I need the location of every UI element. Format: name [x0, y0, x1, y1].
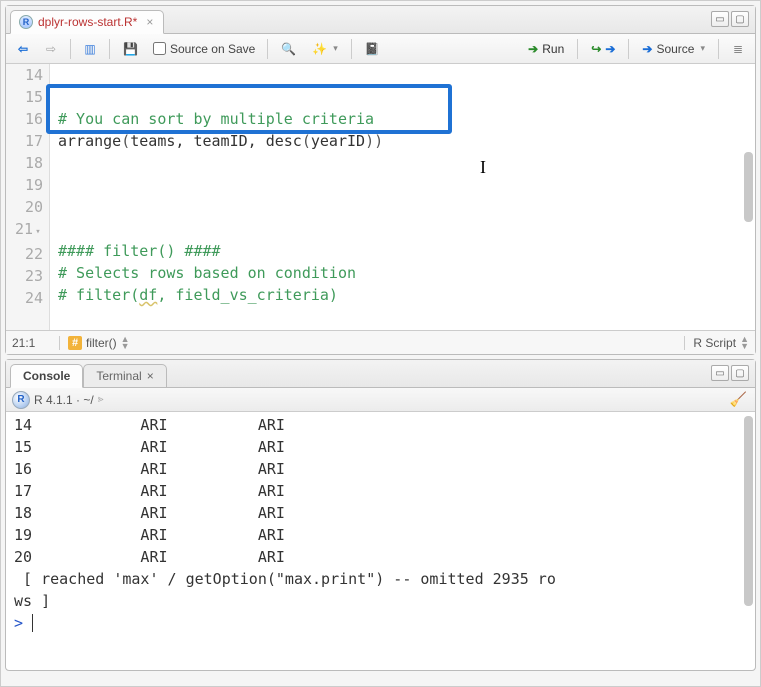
console-output[interactable]: 14 ARI ARI 15 ARI ARI 16 ARI ARI 17 ARI …	[6, 412, 755, 670]
editor-tabbar: R dplyr-rows-start.R* × ▭ ▢	[6, 6, 755, 34]
console-pane: Console Terminal × ▭ ▢ R R 4.1.1 · ~/ ⪢ …	[5, 359, 756, 671]
code-tools-button[interactable]: ✨▾	[307, 38, 342, 60]
show-in-new-window-button[interactable]: ▥	[79, 38, 101, 60]
editor-tab-filename: dplyr-rows-start.R*	[38, 15, 137, 29]
cursor-position: 21:1	[12, 336, 60, 350]
code-line: # You can sort by multiple criteria	[58, 110, 374, 128]
console-row: 16 ARI ARI	[14, 460, 285, 478]
clear-console-icon[interactable]: 🧹	[730, 391, 747, 408]
language-label: R Script	[693, 336, 736, 350]
compile-report-button[interactable]: 📓	[360, 38, 385, 60]
console-row: 17 ARI ARI	[14, 482, 285, 500]
pane-window-controls: ▭ ▢	[711, 11, 749, 27]
console-row: 18 ARI ARI	[14, 504, 285, 522]
code-line: #### filter() ####	[58, 242, 221, 260]
run-button[interactable]: ➔Run	[523, 38, 569, 60]
tab-console[interactable]: Console	[10, 364, 83, 388]
tab-terminal[interactable]: Terminal ×	[83, 364, 166, 388]
code-area[interactable]: # You can sort by multiple criteria arra…	[50, 64, 755, 330]
editor-tab[interactable]: R dplyr-rows-start.R* ×	[10, 10, 164, 34]
chevron-right-icon[interactable]: ⪢	[98, 394, 104, 405]
language-selector[interactable]: R Script ▲▼	[684, 336, 749, 350]
console-row: 20 ARI ARI	[14, 548, 285, 566]
minimize-pane-icon[interactable]: ▭	[711, 365, 729, 381]
back-button[interactable]: ⇦	[12, 38, 34, 60]
console-scrollbar-thumb[interactable]	[744, 416, 753, 606]
save-button[interactable]: 💾	[118, 38, 143, 60]
find-button[interactable]: 🔍	[276, 38, 301, 60]
console-row: 19 ARI ARI	[14, 526, 285, 544]
run-label: Run	[542, 42, 564, 56]
section-icon: #	[68, 336, 82, 350]
r-file-icon: R	[19, 15, 33, 29]
source-label: Source	[656, 42, 694, 56]
r-logo-icon: R	[12, 391, 30, 409]
section-name: filter()	[86, 336, 117, 350]
pane-window-controls: ▭ ▢	[711, 365, 749, 381]
code-line: # Selects rows based on condition	[58, 264, 356, 282]
editor-body[interactable]: 1415161718192021▾222324 # You can sort b…	[6, 64, 755, 330]
outline-button[interactable]: ≣	[727, 38, 749, 60]
maximize-pane-icon[interactable]: ▢	[731, 11, 749, 27]
close-icon[interactable]: ×	[147, 369, 154, 383]
forward-button[interactable]: ⇨	[40, 38, 62, 60]
console-prompt[interactable]: >	[14, 614, 32, 632]
editor-scrollbar-thumb[interactable]	[744, 152, 753, 222]
rerun-button[interactable]: ↪➔	[586, 38, 620, 60]
editor-statusbar: 21:1 # filter() ▲▼ R Script ▲▼	[6, 330, 755, 354]
console-trailer: [ reached 'max' / getOption("max.print")…	[14, 570, 556, 610]
source-on-save-toggle[interactable]: Source on Save	[149, 38, 259, 60]
console-row: 14 ARI ARI	[14, 416, 285, 434]
source-on-save-label: Source on Save	[170, 42, 255, 56]
source-pane: R dplyr-rows-start.R* × ▭ ▢ ⇦ ⇨ ▥ 💾 Sour…	[5, 5, 756, 355]
source-on-save-checkbox[interactable]	[153, 42, 166, 55]
text-cursor-icon: I	[480, 156, 486, 178]
console-env-label: R 4.1.1 · ~/	[34, 393, 94, 407]
section-breadcrumb[interactable]: # filter() ▲▼	[68, 336, 676, 350]
editor-toolbar: ⇦ ⇨ ▥ 💾 Source on Save 🔍 ✨▾ 📓 ➔Run ↪➔ ➔S…	[6, 34, 755, 64]
source-button[interactable]: ➔Source ▾	[637, 38, 710, 60]
minimize-pane-icon[interactable]: ▭	[711, 11, 729, 27]
maximize-pane-icon[interactable]: ▢	[731, 365, 749, 381]
line-gutter: 1415161718192021▾222324	[6, 64, 50, 330]
close-icon[interactable]: ×	[146, 15, 153, 29]
console-header: R R 4.1.1 · ~/ ⪢ 🧹	[6, 388, 755, 412]
updown-icon[interactable]: ▲▼	[121, 336, 130, 350]
console-tabbar: Console Terminal × ▭ ▢	[6, 360, 755, 388]
tab-terminal-label: Terminal	[96, 369, 141, 383]
tab-console-label: Console	[23, 369, 70, 383]
console-row: 15 ARI ARI	[14, 438, 285, 456]
